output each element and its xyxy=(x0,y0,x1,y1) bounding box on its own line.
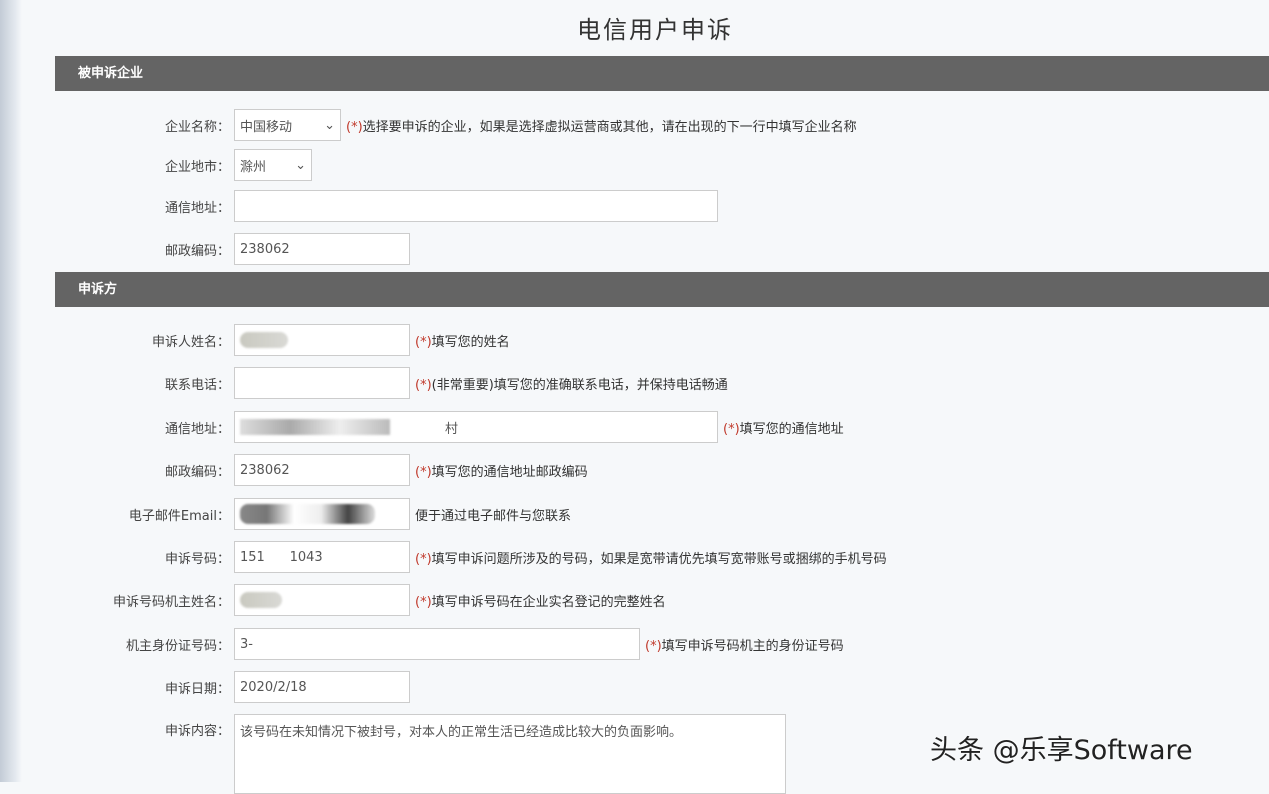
owner-name-label: 申诉号码机主姓名： xyxy=(0,591,230,610)
redacted-blur xyxy=(240,592,282,608)
page-title: 电信用户申诉 xyxy=(0,10,1269,45)
company-name-hint: 选择要申诉的企业，如果是选择虚拟运营商或其他，请在出现的下一行中填写企业名称 xyxy=(363,120,857,135)
required-mark: (*) xyxy=(415,595,432,610)
required-mark: (*) xyxy=(723,422,740,437)
complaint-number-label: 申诉号码： xyxy=(0,548,230,567)
complaint-number-row: 申诉号码： 151 1043 (*)填写申诉问题所涉及的号码，如果是宽带请优先填… xyxy=(0,540,887,574)
complainant-address-hint: 填写您的通信地址 xyxy=(740,422,844,437)
complainant-address-label: 通信地址： xyxy=(0,418,230,437)
redacted-blur xyxy=(240,504,375,524)
complainant-address-row: 通信地址： 村 (*)填写您的通信地址 xyxy=(0,410,844,444)
company-city-value: 滁州 xyxy=(240,156,266,175)
company-city-select[interactable]: 滁州 ⌄ xyxy=(234,149,312,181)
owner-name-hint: 填写申诉号码在企业实名登记的完整姓名 xyxy=(432,595,666,610)
content-textarea[interactable]: 该号码在未知情况下被封号，对本人的正常生活已经造成比较大的负面影响。 xyxy=(234,714,786,794)
complainant-address-value: 村 xyxy=(445,418,458,437)
company-name-row: 企业名称： 中国移动 ⌄ (*)选择要申诉的企业，如果是选择虚拟运营商或其他，请在… xyxy=(0,108,857,142)
phone-hint: (非常重要)填写您的准确联系电话，并保持电话畅通 xyxy=(432,378,728,393)
complainant-name-row: 申诉人姓名： (*)填写您的姓名 xyxy=(0,323,510,357)
id-number-input[interactable]: 3- xyxy=(234,628,640,660)
complaint-number-input[interactable]: 151 1043 xyxy=(234,541,410,573)
date-row: 申诉日期： 2020/2/18 xyxy=(0,670,410,704)
email-label: 电子邮件Email： xyxy=(0,505,230,524)
email-row: 电子邮件Email： 便于通过电子邮件与您联系 xyxy=(0,497,571,531)
content-label: 申诉内容： xyxy=(0,720,230,739)
complainant-name-input[interactable] xyxy=(234,324,410,356)
required-mark: (*) xyxy=(415,465,432,480)
id-number-row: 机主身份证号码： 3- (*)填写申诉号码机主的身份证号码 xyxy=(0,627,844,661)
date-label: 申诉日期： xyxy=(0,678,230,697)
company-address-row: 通信地址： xyxy=(0,189,718,223)
company-address-label: 通信地址： xyxy=(0,197,230,216)
content-row: 申诉内容： xyxy=(0,712,230,746)
redacted-blur xyxy=(240,332,288,348)
phone-label: 联系电话： xyxy=(0,374,230,393)
company-name-value: 中国移动 xyxy=(240,116,292,135)
company-postal-input[interactable]: 238062 xyxy=(234,233,410,265)
complainant-postal-label: 邮政编码： xyxy=(0,461,230,480)
chevron-down-icon: ⌄ xyxy=(324,118,335,133)
required-mark: (*) xyxy=(415,552,432,567)
required-mark: (*) xyxy=(415,335,432,350)
complainant-postal-input[interactable]: 238062 xyxy=(234,454,410,486)
complainant-name-hint: 填写您的姓名 xyxy=(432,335,510,350)
company-name-select[interactable]: 中国移动 ⌄ xyxy=(234,109,341,141)
required-mark: (*) xyxy=(645,639,662,654)
required-mark: (*) xyxy=(415,378,432,393)
owner-name-row: 申诉号码机主姓名： (*)填写申诉号码在企业实名登记的完整姓名 xyxy=(0,583,666,617)
complainant-postal-hint: 填写您的通信地址邮政编码 xyxy=(432,465,588,480)
complainant-name-label: 申诉人姓名： xyxy=(0,331,230,350)
phone-row: 联系电话： (*)(非常重要)填写您的准确联系电话，并保持电话畅通 xyxy=(0,366,728,400)
watermark: 头条 @乐享Software xyxy=(930,728,1193,767)
redacted-blur xyxy=(240,419,390,435)
company-postal-label: 邮政编码： xyxy=(0,240,230,259)
company-city-row: 企业地市： 滁州 ⌄ xyxy=(0,148,312,182)
email-input[interactable] xyxy=(234,498,410,530)
section-header-company: 被申诉企业 xyxy=(55,56,1269,91)
phone-input[interactable] xyxy=(234,367,410,399)
complaint-number-hint: 填写申诉问题所涉及的号码，如果是宽带请优先填写宽带账号或捆绑的手机号码 xyxy=(432,552,887,567)
id-number-label: 机主身份证号码： xyxy=(0,635,230,654)
id-number-hint: 填写申诉号码机主的身份证号码 xyxy=(662,639,844,654)
section-header-complainant: 申诉方 xyxy=(55,272,1269,307)
company-address-input[interactable] xyxy=(234,190,718,222)
email-hint: 便于通过电子邮件与您联系 xyxy=(415,505,571,524)
company-name-label: 企业名称： xyxy=(0,116,230,135)
required-mark: (*) xyxy=(346,120,363,135)
date-input[interactable]: 2020/2/18 xyxy=(234,671,410,703)
company-city-label: 企业地市： xyxy=(0,156,230,175)
complainant-postal-row: 邮政编码： 238062 (*)填写您的通信地址邮政编码 xyxy=(0,453,588,487)
complainant-address-input[interactable]: 村 xyxy=(234,411,718,443)
company-postal-row: 邮政编码： 238062 xyxy=(0,232,410,266)
chevron-down-icon: ⌄ xyxy=(295,158,306,173)
owner-name-input[interactable] xyxy=(234,584,410,616)
